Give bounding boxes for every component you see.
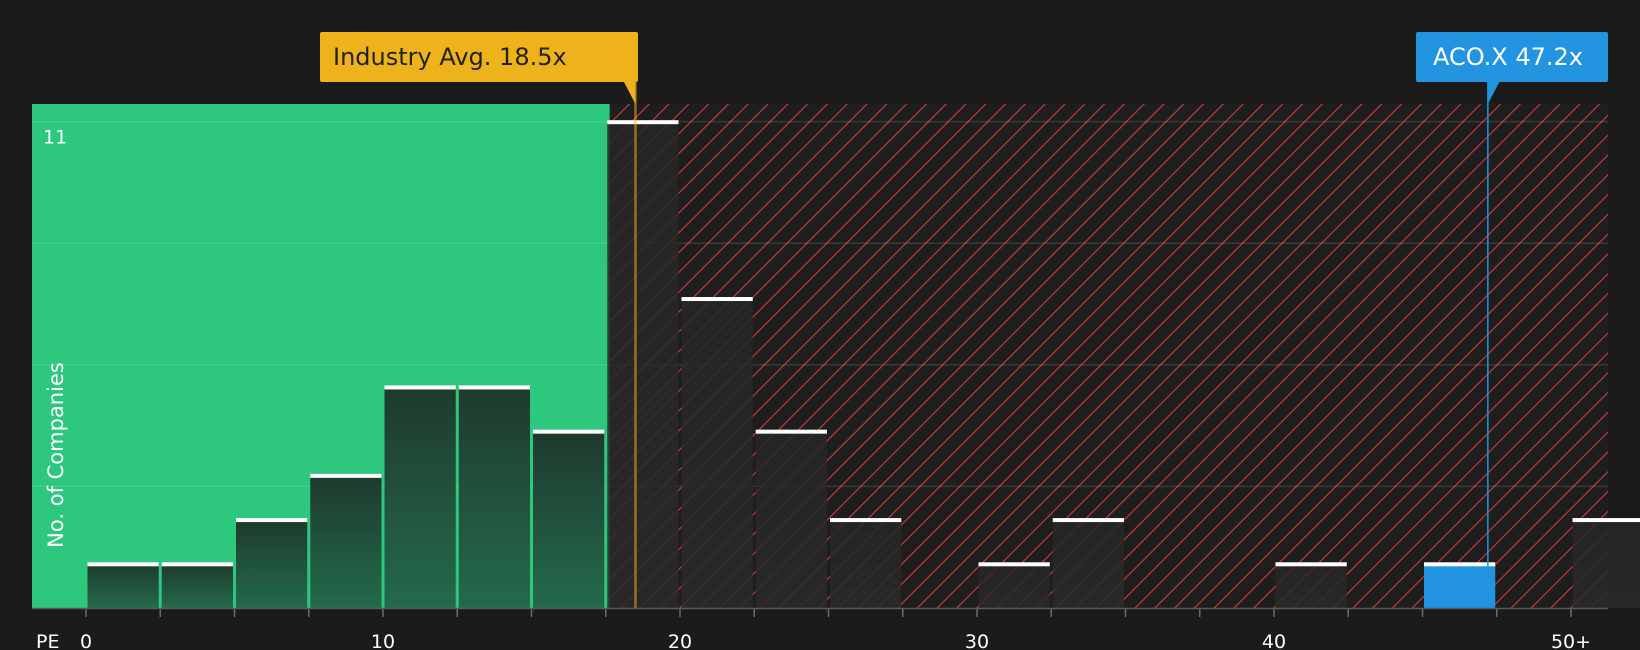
bar-top-cap	[533, 429, 605, 434]
histogram-bar	[830, 519, 902, 608]
bar-top-cap	[458, 385, 530, 390]
bar-top-cap	[87, 562, 159, 567]
x-tick-label: 40	[1262, 631, 1286, 650]
histogram-bar	[236, 519, 308, 608]
bar-top-cap	[978, 562, 1050, 567]
x-tick-label: 50+	[1551, 631, 1591, 650]
y-axis-label: No. of Companies	[44, 362, 68, 548]
bar-top-cap	[236, 518, 308, 523]
bar-top-cap	[310, 473, 382, 478]
histogram-bar	[1572, 519, 1640, 608]
histogram-bar	[458, 386, 530, 608]
x-tick-label: 0	[80, 631, 92, 650]
histogram-bar	[1275, 563, 1347, 608]
histogram-bar	[978, 563, 1050, 608]
bar-top-cap	[755, 429, 827, 434]
y-axis-ticks: 11	[43, 127, 67, 149]
metric-label: PE	[36, 631, 59, 650]
company-callout: ACO.X 47.2x	[1416, 32, 1608, 82]
bar-top-cap	[607, 120, 679, 125]
bar-top-cap	[830, 518, 902, 523]
pe-distribution-chart: 0 10 20 30 40 50+ 11 No. of Companies PE	[32, 81, 1640, 650]
bar-top-cap	[1424, 562, 1496, 567]
histogram-bar	[755, 431, 827, 608]
y-tick-label: 11	[43, 127, 67, 149]
histogram-bar	[1052, 519, 1124, 608]
bar-top-cap	[1052, 518, 1124, 523]
histogram-bar	[310, 475, 382, 608]
bar-top-cap	[681, 297, 753, 302]
histogram-bar	[681, 298, 753, 608]
x-tick-label: 20	[668, 631, 692, 650]
bar-top-cap	[1572, 518, 1640, 523]
histogram-bar	[384, 386, 456, 608]
bar-top-cap	[161, 562, 233, 567]
industry-avg-callout: Industry Avg. 18.5x	[320, 32, 638, 82]
company-pointer	[1487, 81, 1500, 104]
x-tick-label: 10	[371, 631, 395, 650]
x-tick-label: 30	[965, 631, 989, 650]
company-bar	[1424, 563, 1496, 608]
histogram-bar	[161, 563, 233, 608]
x-axis-ticks: 0 10 20 30 40 50+	[80, 608, 1591, 650]
histogram-bar	[87, 563, 159, 608]
histogram-bar	[533, 431, 605, 608]
bar-top-cap	[384, 385, 456, 390]
bar-top-cap	[1275, 562, 1347, 567]
industry-avg-pointer	[623, 81, 636, 104]
histogram-bar	[607, 121, 679, 609]
